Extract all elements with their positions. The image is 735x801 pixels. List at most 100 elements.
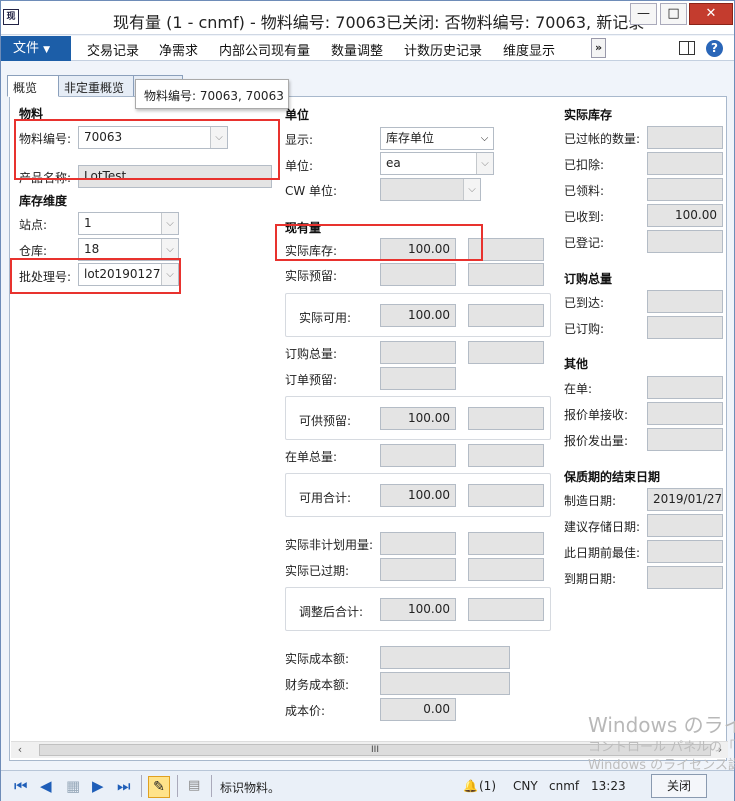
- on-order-reserved-field[interactable]: [380, 367, 456, 390]
- total-available-field[interactable]: 100.00: [380, 484, 456, 507]
- registered-field[interactable]: [647, 230, 723, 253]
- ordered-total-header: 订购总量: [564, 272, 613, 286]
- file-menu-label: 文件: [13, 41, 40, 56]
- display-label: 显示:: [285, 133, 314, 147]
- on-order-field[interactable]: [647, 376, 723, 399]
- menu-net-requirements[interactable]: 净需求: [159, 40, 198, 59]
- cw-unit-field[interactable]: ⌵: [380, 178, 481, 201]
- document-icon[interactable]: ▤: [188, 777, 200, 795]
- highlight-physical-inventory-box: [275, 224, 483, 261]
- available-reservation-cw-field[interactable]: [468, 407, 544, 430]
- alert-count[interactable]: (1): [479, 779, 496, 793]
- physical-reserved-cw-field[interactable]: [468, 263, 544, 286]
- status-message: 标识物料。: [220, 781, 281, 795]
- display-select[interactable]: 库存单位 ⌵: [380, 127, 494, 150]
- close-window-button[interactable]: ✕: [689, 3, 733, 25]
- first-record-icon[interactable]: ⏮: [14, 777, 28, 795]
- expiry-date-label: 到期日期:: [564, 572, 617, 586]
- received-field[interactable]: 100.00: [647, 204, 723, 227]
- menu-transactions[interactable]: 交易记录: [87, 40, 139, 59]
- chevron-down-icon[interactable]: ⌵: [161, 239, 178, 260]
- physical-reserved-field[interactable]: [380, 263, 456, 286]
- ordered-label: 已订购:: [564, 322, 605, 336]
- tab-overview[interactable]: 概览: [7, 75, 59, 97]
- posted-qty-field[interactable]: [647, 126, 723, 149]
- company-indicator[interactable]: cnmf: [549, 779, 579, 793]
- edit-pencil-icon[interactable]: ✎: [148, 776, 170, 798]
- previous-record-icon[interactable]: ◀: [40, 777, 52, 795]
- financial-cost-field[interactable]: [380, 672, 510, 695]
- sellable-date-field[interactable]: [647, 514, 723, 537]
- overdue-cw-field[interactable]: [468, 558, 544, 581]
- currency-indicator[interactable]: CNY: [513, 779, 538, 793]
- available-physical-label: 实际可用:: [299, 311, 352, 325]
- ordered-total-field[interactable]: [380, 341, 456, 364]
- inventory-dimensions-header: 库存维度: [19, 194, 68, 208]
- deducted-field[interactable]: [647, 152, 723, 175]
- on-order-total-cw-field[interactable]: [468, 444, 544, 467]
- chevron-down-icon[interactable]: ⌵: [463, 179, 480, 200]
- last-record-icon[interactable]: ⏭: [117, 777, 131, 795]
- unit-field[interactable]: ea ⌵: [380, 152, 494, 175]
- available-physical-field[interactable]: 100.00: [380, 304, 456, 327]
- maximize-button[interactable]: □: [660, 3, 687, 25]
- physical-cost-label: 实际成本额:: [285, 652, 350, 666]
- watermark-line-2: コントロール パネルの「シ: [588, 740, 735, 755]
- unplanned-cw-field[interactable]: [468, 532, 544, 555]
- menu-dimension-display[interactable]: 维度显示: [503, 40, 555, 59]
- financial-cost-label: 财务成本额:: [285, 678, 350, 692]
- overdue-field[interactable]: [380, 558, 456, 581]
- grid-icon[interactable]: ▦: [66, 777, 80, 795]
- on-order-total-field[interactable]: [380, 444, 456, 467]
- available-physical-cw-field[interactable]: [468, 304, 544, 327]
- layout-icon[interactable]: [679, 41, 695, 55]
- cost-price-field[interactable]: 0.00: [380, 698, 456, 721]
- quotation-issued-field[interactable]: [647, 428, 723, 451]
- minimize-button[interactable]: —: [630, 3, 657, 25]
- ordered-field[interactable]: [647, 316, 723, 339]
- highlight-batch-box: [10, 258, 181, 294]
- scroll-left-icon[interactable]: ‹: [13, 743, 27, 757]
- picked-field[interactable]: [647, 178, 723, 201]
- menu-intercompany-onhand[interactable]: 内部公司现有量: [219, 40, 310, 59]
- site-field[interactable]: 1 ⌵: [78, 212, 179, 235]
- more-menu-button[interactable]: »: [591, 38, 606, 58]
- available-reservation-field[interactable]: 100.00: [380, 407, 456, 430]
- quotation-issued-label: 报价发出量:: [564, 434, 629, 448]
- bell-icon[interactable]: 🔔: [463, 779, 478, 793]
- adjusted-total-field[interactable]: 100.00: [380, 598, 456, 621]
- app-window: 现 现有量 (1 - cnmf) - 物料编号: 70063已关闭: 否物料编号…: [0, 0, 735, 801]
- other-header: 其他: [564, 357, 589, 371]
- adjusted-total-cw-field[interactable]: [468, 598, 544, 621]
- unit-label: 单位:: [285, 159, 314, 173]
- unit-value: ea: [386, 156, 401, 170]
- sellable-date-label: 建议存储日期:: [564, 520, 641, 534]
- ordered-total-cw-field[interactable]: [468, 341, 544, 364]
- expiry-date-field[interactable]: [647, 566, 723, 589]
- chevron-down-icon[interactable]: ⌵: [476, 153, 493, 174]
- total-available-cw-field[interactable]: [468, 484, 544, 507]
- quotation-received-field[interactable]: [647, 402, 723, 425]
- help-icon[interactable]: ?: [706, 40, 723, 57]
- arrived-field[interactable]: [647, 290, 723, 313]
- physical-cost-field[interactable]: [380, 646, 510, 669]
- registered-label: 已登记:: [564, 236, 605, 250]
- file-menu-button[interactable]: 文件 ▼: [1, 36, 71, 61]
- shelf-life-header: 保质期的结束日期: [564, 470, 661, 484]
- menu-counting-history[interactable]: 计数历史记录: [404, 40, 482, 59]
- overdue-label: 实际已过期:: [285, 564, 350, 578]
- status-separator: [177, 775, 178, 797]
- production-date-field[interactable]: 2019/01/27: [647, 488, 723, 511]
- chevron-down-icon[interactable]: ⌵: [476, 128, 493, 149]
- tab-non-weight-overview[interactable]: 非定重概览: [58, 75, 134, 97]
- physical-reserved-label: 实际预留:: [285, 269, 338, 283]
- close-button[interactable]: 关闭: [651, 774, 707, 798]
- chevron-down-icon[interactable]: ⌵: [161, 213, 178, 234]
- best-before-field[interactable]: [647, 540, 723, 563]
- app-icon[interactable]: 现: [3, 9, 19, 25]
- menu-quantity-adjustment[interactable]: 数量调整: [331, 40, 383, 59]
- next-record-icon[interactable]: ▶: [92, 777, 104, 795]
- menu-bar: 文件 ▼ 交易记录 净需求 内部公司现有量 数量调整 计数历史记录 维度显示 »…: [1, 36, 734, 61]
- production-date-label: 制造日期:: [564, 494, 617, 508]
- unplanned-field[interactable]: [380, 532, 456, 555]
